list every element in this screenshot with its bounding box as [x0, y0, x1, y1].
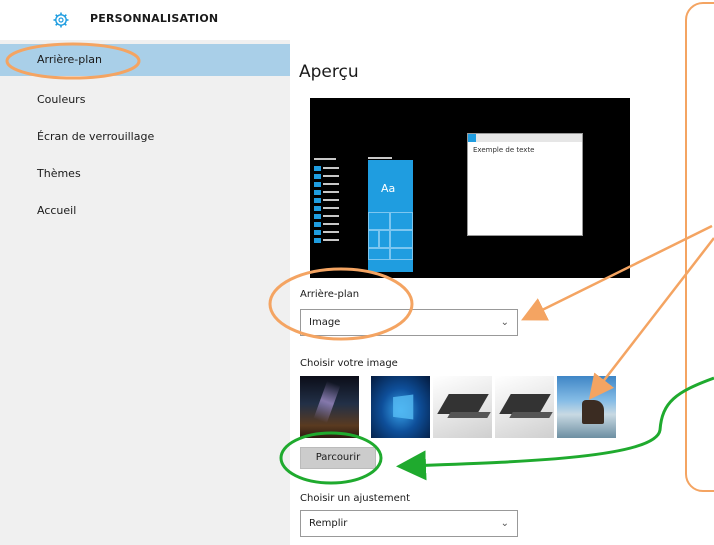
sidebar-item-couleurs[interactable]: Couleurs [0, 84, 290, 116]
page-title: PERSONNALISATION [90, 12, 219, 25]
title-bar: PERSONNALISATION [0, 0, 714, 40]
chevron-down-icon: ⌄ [500, 518, 509, 529]
background-label: Arrière-plan [300, 289, 360, 300]
sidebar: Arrière-plan Couleurs Écran de verrouill… [0, 40, 290, 545]
browse-button[interactable]: Parcourir [300, 447, 376, 469]
sidebar-item-arriere-plan[interactable]: Arrière-plan [0, 44, 290, 76]
image-thumbnail-windows[interactable] [371, 376, 430, 438]
background-preview: Aa Exemple de texte [310, 98, 630, 278]
sidebar-item-themes[interactable]: Thèmes [0, 158, 290, 190]
sidebar-item-accueil[interactable]: Accueil [0, 195, 290, 227]
gear-icon [53, 12, 69, 28]
main-panel: Aperçu Aa Exemple de texte Arrière-plan … [290, 40, 714, 545]
background-dropdown-value: Image [309, 317, 341, 328]
preview-heading: Aperçu [299, 62, 359, 82]
image-thumbnail-coast[interactable] [557, 376, 616, 438]
sidebar-item-ecran-verrouillage[interactable]: Écran de verrouillage [0, 121, 290, 153]
preview-start-tile-text: Aa [381, 182, 396, 195]
preview-window-text: Exemple de texte [473, 146, 535, 154]
choose-image-label: Choisir votre image [300, 358, 398, 369]
image-thumbnail-laptop-1[interactable] [433, 376, 492, 438]
background-dropdown[interactable]: Image ⌄ [300, 309, 518, 336]
fit-dropdown-value: Remplir [309, 518, 348, 529]
preview-taskbar [314, 158, 339, 254]
chevron-down-icon: ⌄ [500, 317, 509, 328]
preview-window: Exemple de texte [467, 133, 583, 236]
fit-dropdown[interactable]: Remplir ⌄ [300, 510, 518, 537]
image-thumbnail-night-sky[interactable] [300, 376, 359, 438]
preview-start-menu: Aa [368, 160, 413, 272]
image-thumbnail-laptop-2[interactable] [495, 376, 554, 438]
annotation-callout-box [685, 2, 714, 492]
fit-label: Choisir un ajustement [300, 493, 411, 504]
